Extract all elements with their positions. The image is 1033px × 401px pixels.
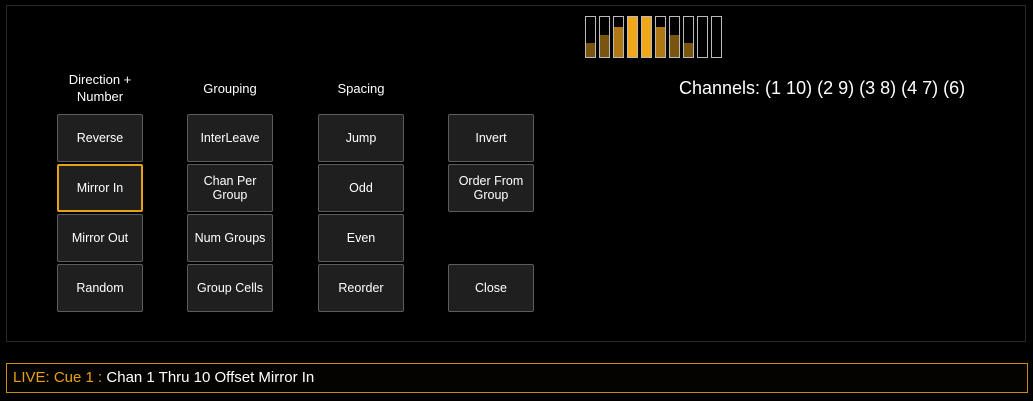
random-button[interactable]: Random — [57, 264, 143, 312]
reverse-button[interactable]: Reverse — [57, 114, 143, 162]
command-line-text: Chan 1 Thru 10 Offset Mirror In — [106, 369, 315, 386]
spacing-header: Spacing — [337, 81, 385, 96]
group-cells-button[interactable]: Group Cells — [187, 264, 273, 312]
pattern-cell — [613, 16, 624, 58]
close-button[interactable]: Close — [448, 264, 534, 312]
command-line-live-prefix: LIVE: Cue 1 : — [13, 369, 107, 386]
jump-button[interactable]: Jump — [318, 114, 404, 162]
order-from-group-button[interactable]: Order From Group — [448, 164, 534, 212]
pattern-cell — [627, 16, 638, 58]
command-line[interactable]: LIVE: Cue 1 : Chan 1 Thru 10 Offset Mirr… — [6, 363, 1028, 393]
reorder-button[interactable]: Reorder — [318, 264, 404, 312]
pattern-cell-fill — [628, 17, 637, 57]
odd-button[interactable]: Odd — [318, 164, 404, 212]
pattern-cell — [599, 16, 610, 58]
pattern-cell-fill — [614, 27, 623, 57]
pattern-cell — [711, 16, 722, 58]
pattern-cell — [697, 16, 708, 58]
pattern-cell — [683, 16, 694, 58]
pattern-cell — [585, 16, 596, 58]
interleave-button[interactable]: InterLeave — [187, 114, 273, 162]
pattern-cell — [655, 16, 666, 58]
direction-number-header: Direction + Number — [68, 72, 132, 104]
chan-per-group-button[interactable]: Chan Per Group — [187, 164, 273, 212]
mirror-in-button[interactable]: Mirror In — [57, 164, 143, 212]
pattern-cell — [669, 16, 680, 58]
even-button[interactable]: Even — [318, 214, 404, 262]
pattern-cell-fill — [642, 17, 651, 57]
num-groups-button[interactable]: Num Groups — [187, 214, 273, 262]
channels-readout: Channels: (1 10) (2 9) (3 8) (4 7) (6) — [679, 78, 966, 98]
pattern-cell-fill — [656, 27, 665, 57]
pattern-cell-fill — [684, 43, 693, 57]
offset-pattern-preview — [585, 16, 729, 58]
mirror-out-button[interactable]: Mirror Out — [57, 214, 143, 262]
pattern-cell-fill — [670, 35, 679, 57]
pattern-cell-fill — [586, 43, 595, 57]
pattern-cell-fill — [600, 35, 609, 57]
grouping-header: Grouping — [203, 81, 257, 96]
pattern-cell — [641, 16, 652, 58]
invert-button[interactable]: Invert — [448, 114, 534, 162]
